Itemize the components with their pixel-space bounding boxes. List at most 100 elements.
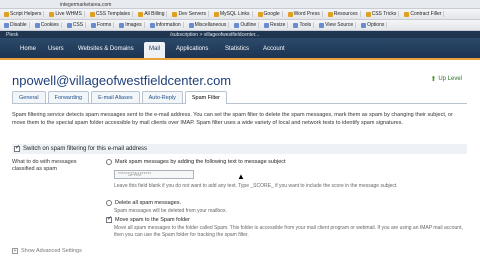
spam-description: Spam filtering service detects spam mess…	[12, 112, 453, 126]
subject-text-input[interactable]: *****SPAM*****	[114, 170, 194, 179]
bookmark-favicon-icon	[214, 11, 219, 17]
bookmarks-bar-1: Script Helpers Live WHMS CSS Templates All …	[0, 9, 480, 20]
bookmark-row1-10[interactable]: Contract Filler	[402, 11, 445, 17]
mark-radio[interactable]	[106, 159, 112, 165]
bookmark-favicon-icon	[149, 22, 155, 28]
bookmark-row1-7[interactable]: Word Press	[286, 11, 323, 17]
bookmark-favicon-icon	[234, 22, 240, 28]
bookmark-label: All Billing	[144, 11, 165, 17]
bookmark-row2-8[interactable]: Resize	[262, 22, 289, 28]
subtab-auto-reply[interactable]: Auto-Reply	[141, 91, 183, 103]
option-delete: Delete all spam messages.	[106, 200, 181, 206]
bookmark-favicon-icon	[172, 11, 178, 17]
bookmark-label: Outline	[240, 22, 257, 28]
bookmark-label: Tools	[299, 22, 312, 28]
tab-home[interactable]: Home	[20, 46, 36, 52]
subtab-spam-filter[interactable]: Spam Filter	[184, 91, 227, 104]
what-to-do-label: What to do with messages classified as s…	[12, 159, 77, 172]
bookmark-row1-3[interactable]: All Billing	[136, 11, 168, 17]
bookmark-label: Word Press	[293, 11, 320, 17]
option-mark: Mark spam messages by adding the followi…	[106, 159, 286, 165]
bookmark-favicon-icon	[404, 11, 410, 17]
bookmark-label: Options	[367, 22, 385, 28]
bookmark-row2-6[interactable]: Miscellaneous	[187, 22, 230, 28]
bookmark-row1-0[interactable]: Script Helpers	[2, 11, 45, 17]
bookmark-favicon-icon	[91, 22, 97, 28]
bookmark-row1-1[interactable]: Live WHMS	[47, 11, 85, 17]
tab-websites-domains[interactable]: Websites & Domains	[78, 46, 134, 52]
delete-note: Spam messages will be deleted from your …	[114, 208, 227, 214]
bookmark-label: View Source	[325, 22, 354, 28]
switch-row: Switch on spam filtering for this e-mail…	[12, 144, 467, 154]
bookmark-label: Live WHMS	[55, 11, 82, 17]
mark-label: Mark spam messages by adding the followi…	[115, 159, 286, 165]
bookmark-row2-10[interactable]: View Source	[317, 22, 357, 28]
bookmark-row1-5[interactable]: MySQL Links	[212, 11, 253, 17]
page-title: npowell@villageofwestfieldcenter.com	[12, 73, 232, 88]
bookmark-row2-9[interactable]: Tools	[291, 22, 315, 28]
tab-statistics[interactable]: Statistics	[225, 46, 249, 52]
bookmark-label: Images	[125, 22, 142, 28]
bookmark-label: Cookies	[40, 22, 59, 28]
switch-spam-label: Switch on spam filtering for this e-mail…	[23, 146, 148, 152]
bookmark-label: CSS	[72, 22, 84, 28]
bookmark-row1-4[interactable]: Dev Servers	[170, 11, 209, 17]
move-label: Move spam to the Spam folder	[115, 217, 190, 223]
mark-note: Leave this field blank if you do not wan…	[114, 183, 398, 189]
tab-users[interactable]: Users	[48, 46, 64, 52]
bookmark-favicon-icon	[188, 22, 194, 28]
bookmark-favicon-icon	[365, 11, 371, 17]
tab-applications[interactable]: Applications	[176, 46, 208, 52]
bookmark-favicon-icon	[49, 11, 55, 17]
bookmark-favicon-icon	[89, 11, 95, 17]
bookmark-row2-1[interactable]: Cookies	[33, 22, 62, 28]
bookmark-row1-6[interactable]: Google	[256, 11, 283, 17]
bookmarks-bar-2: Disable Cookies CSS Forms Images Information M…	[0, 20, 480, 31]
bookmark-row2-2[interactable]: CSS	[65, 22, 87, 28]
bookmark-row2-5[interactable]: Information	[148, 22, 184, 28]
bookmark-favicon-icon	[138, 11, 144, 17]
bookmark-favicon-icon	[4, 11, 9, 17]
advanced-label: Show Advanced Settings	[21, 248, 82, 254]
show-advanced-link[interactable]: + Show Advanced Settings	[12, 248, 82, 254]
bookmark-favicon-icon	[34, 22, 40, 28]
switch-spam-checkbox[interactable]	[14, 144, 20, 152]
bookmark-favicon-icon	[264, 22, 270, 28]
bookmark-favicon-icon	[119, 22, 125, 28]
bookmark-row2-7[interactable]: Outline	[232, 22, 260, 28]
bookmark-favicon-icon	[287, 11, 293, 17]
main-content: npowell@villageofwestfieldcenter.com ⬆ U…	[0, 62, 480, 270]
bookmark-favicon-icon	[361, 22, 367, 28]
delete-label: Delete all spam messages.	[115, 200, 182, 206]
bookmark-row1-2[interactable]: CSS Templates	[88, 11, 134, 17]
bookmark-row2-11[interactable]: Options	[359, 22, 388, 28]
subtab-email-aliases[interactable]: E-mail Aliases	[91, 91, 140, 103]
mouse-cursor-icon: ▲	[237, 172, 245, 181]
bookmark-favicon-icon	[319, 22, 325, 28]
bookmark-row2-0[interactable]: Disable	[2, 22, 30, 28]
bookmark-row1-8[interactable]: Resources	[326, 11, 361, 17]
tab-mail[interactable]: Mail	[144, 42, 166, 58]
bookmark-row1-9[interactable]: CSS Tricks	[364, 11, 400, 17]
bookmark-favicon-icon	[66, 22, 72, 28]
move-checkbox[interactable]	[106, 215, 112, 223]
up-level-link[interactable]: ⬆ Up Level	[430, 75, 462, 83]
main-nav: Home Users Websites & Domains Mail Appli…	[0, 38, 480, 60]
bookmark-label: Information	[155, 22, 181, 28]
subtab-forwarding[interactable]: Forwarding	[47, 91, 90, 103]
subtab-general[interactable]: General	[12, 91, 46, 103]
option-move: Move spam to the Spam folder	[106, 215, 190, 223]
bookmark-row2-3[interactable]: Forms	[89, 22, 115, 28]
expand-icon: +	[12, 248, 18, 254]
bookmark-favicon-icon	[327, 11, 333, 17]
bookmark-label: Resize	[270, 22, 286, 28]
bookmark-row2-4[interactable]: Images	[117, 22, 145, 28]
tab-account[interactable]: Account	[263, 46, 285, 52]
bookmark-favicon-icon	[257, 11, 263, 17]
bookmark-label: Resources	[333, 11, 358, 17]
delete-radio[interactable]	[106, 200, 112, 206]
move-note: Move all spam messages to the folder cal…	[114, 225, 463, 238]
bookmark-label: Miscellaneous	[194, 22, 227, 28]
up-level-label: Up Level	[438, 76, 462, 82]
address-bar[interactable]: integermarketarea.com	[0, 0, 480, 9]
